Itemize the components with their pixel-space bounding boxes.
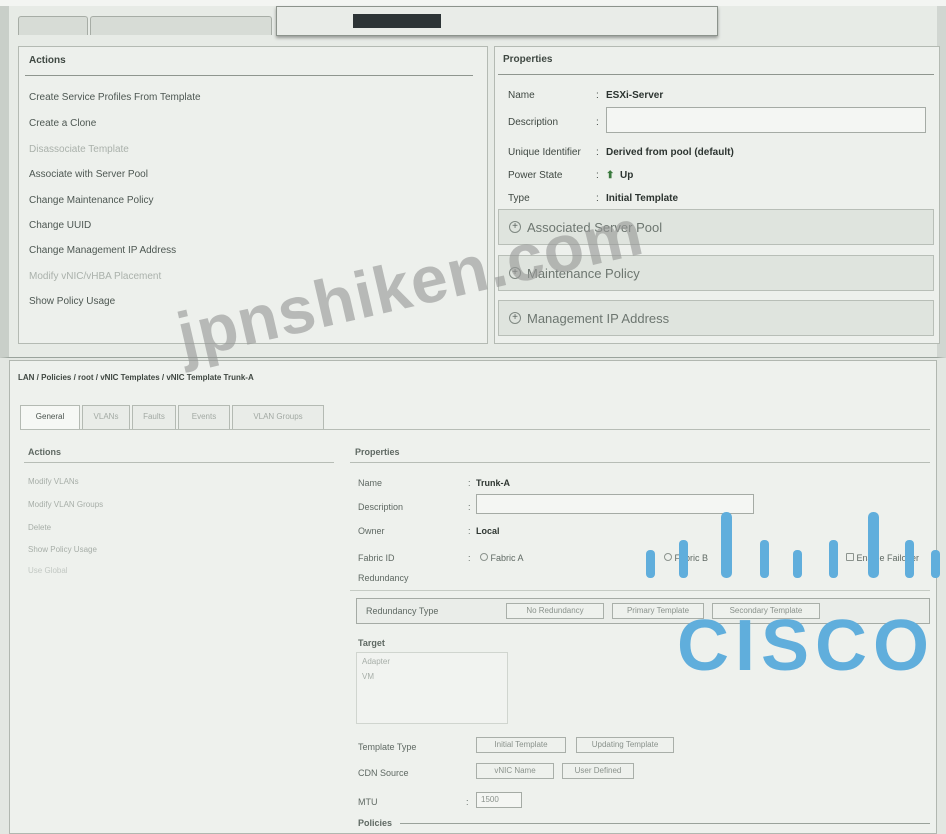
window-tab-1[interactable] bbox=[18, 16, 88, 35]
target-label: Target bbox=[358, 638, 385, 648]
action-change-uuid[interactable]: Change UUID bbox=[29, 220, 91, 231]
vnic-description-input[interactable] bbox=[476, 494, 754, 514]
mtu-input[interactable]: 1500 bbox=[476, 792, 522, 808]
radio-selected-icon bbox=[480, 553, 488, 561]
user-defined-option[interactable]: User Defined bbox=[562, 763, 634, 779]
expand-plus-icon[interactable]: + bbox=[509, 312, 521, 324]
tab-vlans[interactable]: VLANs bbox=[82, 405, 130, 429]
bottom-actions-header: Actions bbox=[28, 447, 62, 457]
prop-name-value: ESXi-Server bbox=[606, 90, 664, 101]
action-show-policy-usage-2[interactable]: Show Policy Usage bbox=[28, 545, 97, 554]
actions-divider bbox=[25, 75, 473, 76]
target-adapter-option[interactable]: Adapter bbox=[362, 657, 390, 666]
actions-header: Actions bbox=[29, 55, 66, 66]
vnic-description-label: Description bbox=[358, 502, 404, 512]
power-up-arrow-icon: ⬆ bbox=[606, 170, 615, 181]
action-show-policy-usage[interactable]: Show Policy Usage bbox=[29, 296, 115, 307]
action-modify-vnic-placement: Modify vNIC/vHBA Placement bbox=[29, 271, 162, 282]
fabric-divider bbox=[350, 590, 930, 591]
prop-colon: : bbox=[468, 502, 471, 512]
tab-general[interactable]: General bbox=[20, 405, 80, 429]
action-change-maintenance-policy[interactable]: Change Maintenance Policy bbox=[29, 195, 154, 206]
prop-uuid-value: Derived from pool (default) bbox=[606, 147, 734, 158]
prop-power-label: Power State bbox=[508, 170, 563, 181]
bottom-actions-divider bbox=[24, 462, 334, 463]
policies-divider bbox=[400, 823, 930, 824]
action-change-management-ip[interactable]: Change Management IP Address bbox=[29, 245, 176, 256]
prop-type-label: Type bbox=[508, 193, 530, 204]
vnic-owner-value: Local bbox=[476, 526, 500, 536]
section-label: Management IP Address bbox=[527, 311, 670, 326]
fabric-id-label: Fabric ID bbox=[358, 553, 395, 563]
prop-name-label: Name bbox=[508, 90, 535, 101]
cdn-source-label: CDN Source bbox=[358, 768, 409, 778]
action-modify-vlans[interactable]: Modify VLANs bbox=[28, 477, 79, 486]
action-associate-server-pool[interactable]: Associate with Server Pool bbox=[29, 169, 148, 180]
tab-vlan-groups[interactable]: VLAN Groups bbox=[232, 405, 324, 429]
prop-colon: : bbox=[596, 90, 599, 101]
section-management-ip[interactable]: + Management IP Address bbox=[498, 300, 934, 336]
vnic-name-value: Trunk-A bbox=[476, 478, 511, 488]
prop-uuid-label: Unique Identifier bbox=[508, 147, 581, 158]
no-redundancy-option[interactable]: No Redundancy bbox=[506, 603, 604, 619]
window-tab-2[interactable] bbox=[90, 16, 272, 35]
prop-colon: : bbox=[466, 797, 469, 807]
vnic-template-window bbox=[9, 360, 937, 834]
prop-colon: : bbox=[596, 147, 599, 158]
tab-faults[interactable]: Faults bbox=[132, 405, 176, 429]
policies-label: Policies bbox=[358, 818, 393, 828]
action-disassociate-template: Disassociate Template bbox=[29, 144, 129, 155]
action-use-global: Use Global bbox=[28, 566, 68, 575]
tab-divider bbox=[20, 429, 930, 430]
fabric-a-radio[interactable]: Fabric A bbox=[480, 553, 524, 563]
action-modify-vlan-groups[interactable]: Modify VLAN Groups bbox=[28, 500, 103, 509]
prop-colon: : bbox=[468, 526, 471, 536]
fabric-a-label: Fabric A bbox=[490, 553, 524, 563]
updating-template-option[interactable]: Updating Template bbox=[576, 737, 674, 753]
action-delete[interactable]: Delete bbox=[28, 523, 51, 532]
bottom-properties-header: Properties bbox=[355, 447, 400, 457]
properties-header: Properties bbox=[503, 54, 553, 65]
vnic-owner-label: Owner bbox=[358, 526, 385, 536]
prop-colon: : bbox=[596, 117, 599, 128]
redundancy-type-label: Redundancy Type bbox=[366, 606, 439, 616]
prop-colon: : bbox=[468, 478, 471, 488]
prop-colon: : bbox=[596, 170, 599, 181]
prop-description-label: Description bbox=[508, 117, 559, 128]
action-create-service-profiles[interactable]: Create Service Profiles From Template bbox=[29, 92, 201, 103]
description-input[interactable] bbox=[606, 107, 926, 133]
breadcrumb: LAN / Policies / root / vNIC Templates /… bbox=[18, 373, 254, 382]
initial-template-option[interactable]: Initial Template bbox=[476, 737, 566, 753]
tab-events[interactable]: Events bbox=[178, 405, 230, 429]
target-vm-option[interactable]: VM bbox=[362, 672, 374, 681]
redundancy-label: Redundancy bbox=[358, 573, 409, 583]
vnic-name-label: Name bbox=[358, 478, 383, 488]
action-create-clone[interactable]: Create a Clone bbox=[29, 118, 96, 129]
dropdown-popup bbox=[276, 6, 718, 36]
template-type-label: Template Type bbox=[358, 742, 417, 752]
cisco-logo-bars-icon bbox=[646, 512, 940, 578]
prop-colon: : bbox=[468, 553, 471, 563]
properties-divider bbox=[498, 74, 934, 75]
bottom-properties-divider bbox=[350, 462, 930, 463]
cisco-logo-wordmark: CISCO bbox=[677, 606, 936, 686]
vnic-name-option[interactable]: vNIC Name bbox=[476, 763, 554, 779]
mtu-label: MTU bbox=[358, 797, 378, 807]
popup-selection[interactable] bbox=[353, 14, 441, 28]
prop-power-value: Up bbox=[620, 170, 634, 181]
